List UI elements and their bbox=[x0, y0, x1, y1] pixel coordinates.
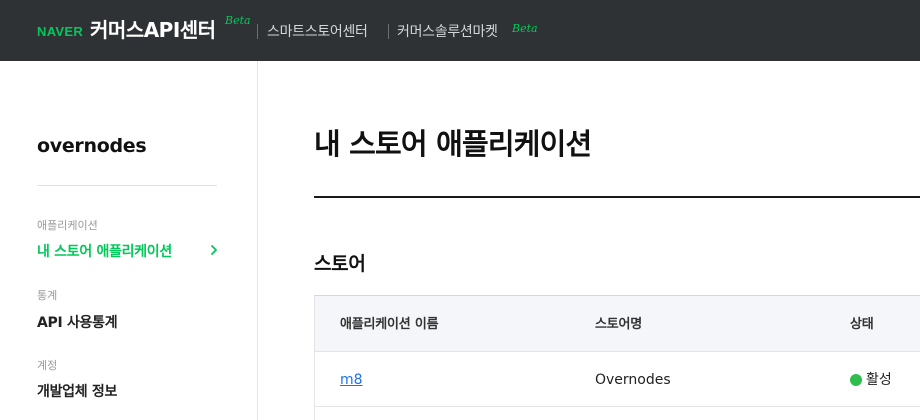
table-header: 애플리케이션 이름 스토어명 상태 bbox=[314, 295, 920, 352]
sidebar-item-api-usage-stats[interactable]: API 사용통계 bbox=[37, 314, 118, 332]
header-separator bbox=[257, 24, 258, 39]
app-name-link[interactable]: m8 bbox=[340, 371, 363, 389]
page-title: 내 스토어 애플리케이션 bbox=[314, 127, 592, 161]
chevron-right-icon bbox=[211, 245, 217, 255]
sidebar-group-label-application: 애플리케이션 bbox=[37, 219, 98, 232]
sidebar: overnodes 애플리케이션 내 스토어 애플리케이션 통계 API 사용통… bbox=[0, 61, 258, 420]
header-separator bbox=[388, 24, 389, 39]
store-name-cell: Overnodes bbox=[595, 372, 671, 388]
table-row: m8 Overnodes 활성 bbox=[314, 352, 920, 407]
column-header-store-name: 스토어명 bbox=[595, 317, 643, 332]
site-title[interactable]: 커머스API센터 bbox=[90, 17, 216, 43]
table-row bbox=[314, 407, 920, 420]
status-text: 활성 bbox=[866, 372, 892, 388]
sidebar-item-my-store-apps[interactable]: 내 스토어 애플리케이션 bbox=[37, 243, 172, 261]
sidebar-group-label-statistics: 통계 bbox=[37, 289, 58, 302]
sidebar-divider bbox=[37, 185, 217, 186]
top-header: NAVER 커머스API센터 Beta 스마트스토어센터 커머스솔루션마켓 Be… bbox=[0, 0, 920, 61]
nav-link-smartstore-center[interactable]: 스마트스토어센터 bbox=[267, 23, 368, 41]
sidebar-item-developer-info[interactable]: 개발업체 정보 bbox=[37, 383, 117, 401]
status-cell: 활성 bbox=[850, 371, 892, 389]
nav-link-commerce-solution-market[interactable]: 커머스솔루션마켓 bbox=[397, 23, 498, 41]
market-beta-badge: Beta bbox=[512, 22, 538, 35]
title-divider bbox=[314, 196, 920, 198]
section-title: 스토어 bbox=[314, 253, 366, 275]
naver-logo[interactable]: NAVER bbox=[37, 25, 83, 38]
status-dot-icon bbox=[850, 374, 862, 386]
column-header-status: 상태 bbox=[850, 317, 874, 332]
sidebar-group-label-account: 계정 bbox=[37, 359, 58, 372]
store-app-table: 애플리케이션 이름 스토어명 상태 m8 Overnodes 활성 bbox=[314, 295, 920, 420]
account-name: overnodes bbox=[37, 135, 147, 157]
title-beta-badge: Beta bbox=[225, 14, 251, 27]
column-header-app-name: 애플리케이션 이름 bbox=[340, 317, 439, 332]
